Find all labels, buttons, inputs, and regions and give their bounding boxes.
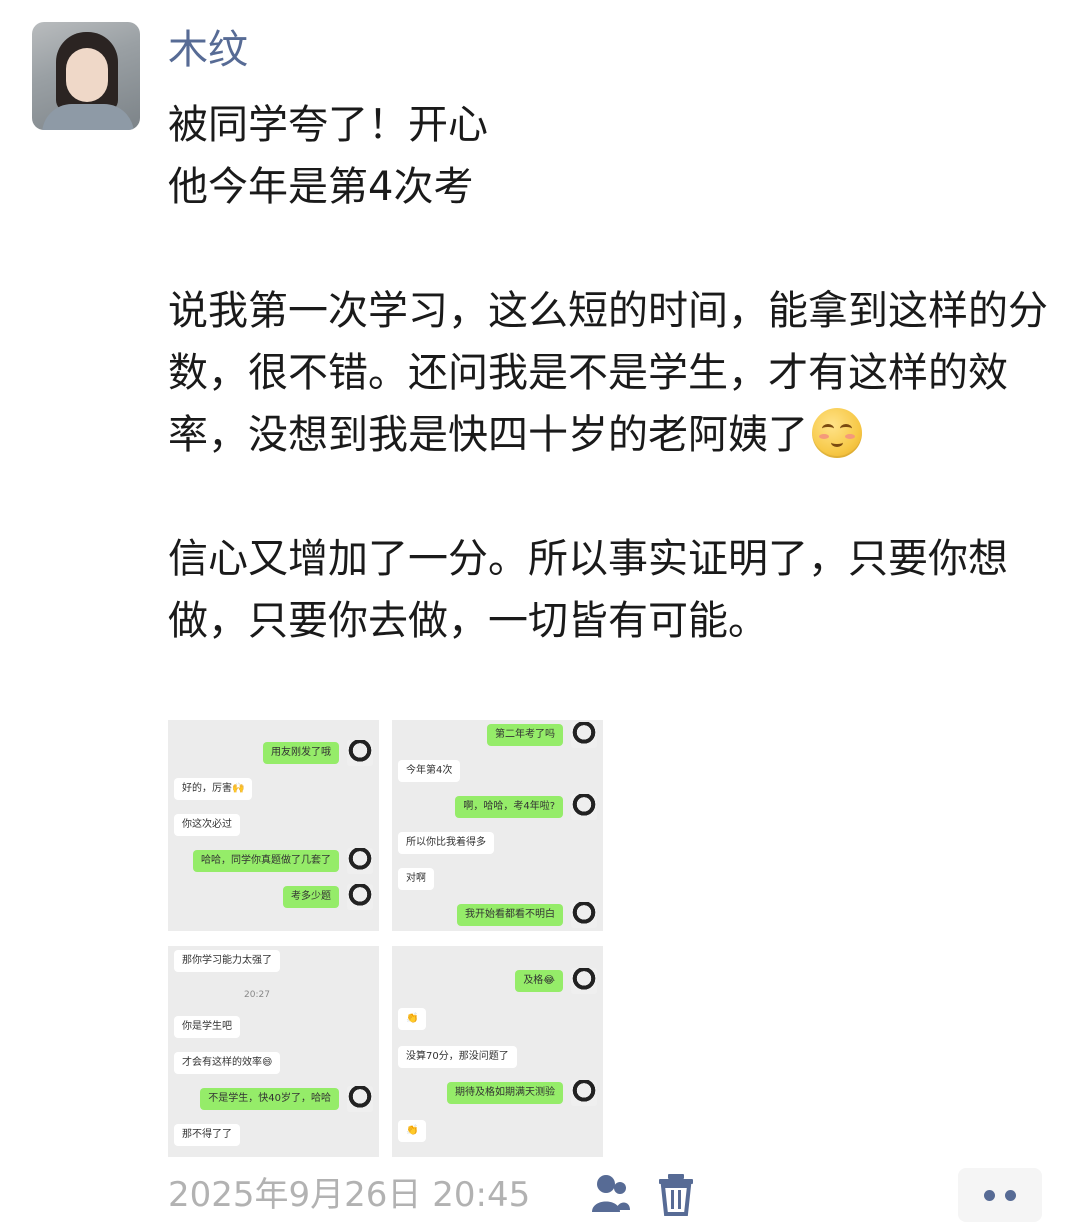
chat-message: 好的，厉害🙌 bbox=[174, 778, 253, 800]
post-timestamp: 2025年9月26日 20:45 bbox=[168, 1175, 531, 1215]
chat-message: 期待及格如期满天测验 bbox=[447, 1082, 563, 1104]
chat-message: 才会有这样的效率😄 bbox=[174, 1052, 281, 1074]
chat-screenshot-2[interactable]: 第二年考了吗 今年第4次 啊，哈哈，考4年啦? 所以你比我着得多 对啊 我开始看… bbox=[392, 720, 603, 931]
chat-avatar bbox=[347, 1086, 373, 1112]
chat-message: 不是学生，快40岁了，哈哈 bbox=[200, 1088, 339, 1110]
chat-avatar bbox=[347, 848, 373, 874]
chat-message: 所以你比我着得多 bbox=[398, 832, 494, 854]
post-text: 被同学夸了！开心 他今年是第4次考 说我第一次学习，这么短的时间，能拿到这样的分… bbox=[168, 94, 1048, 652]
chat-avatar bbox=[571, 794, 597, 820]
chat-screenshot-1[interactable]: 用友刚发了哦 好的，厉害🙌 你这次必过 哈哈，同学你真题做了几套了 考多少题 bbox=[168, 720, 379, 931]
chat-avatar bbox=[571, 722, 597, 748]
chat-message: 👏 bbox=[398, 1008, 427, 1030]
shy-smile-emoji-icon bbox=[812, 408, 862, 458]
chat-avatar bbox=[571, 902, 597, 928]
chat-message: 及格😂 bbox=[515, 970, 563, 992]
chat-avatar bbox=[571, 968, 597, 994]
chat-message: 第二年考了吗 bbox=[487, 724, 563, 746]
image-grid: 用友刚发了哦 好的，厉害🙌 你这次必过 哈哈，同学你真题做了几套了 考多少题 第… bbox=[168, 720, 608, 1160]
dot-icon bbox=[1005, 1189, 1016, 1201]
chat-avatar bbox=[347, 884, 373, 910]
chat-message: 那不得了了 bbox=[174, 1124, 240, 1146]
chat-message: 今年第4次 bbox=[398, 760, 461, 782]
chat-message: 用友刚发了哦 bbox=[263, 742, 339, 764]
avatar-face bbox=[66, 48, 108, 102]
chat-message: 啊，哈哈，考4年啦? bbox=[455, 796, 563, 818]
chat-avatar bbox=[571, 1080, 597, 1106]
more-options-button[interactable] bbox=[958, 1168, 1042, 1222]
chat-avatar bbox=[347, 740, 373, 766]
chat-message: 那你学习能力太强了 bbox=[174, 950, 280, 972]
chat-message: 你是学生吧 bbox=[174, 1016, 240, 1038]
dot-icon bbox=[984, 1189, 995, 1201]
username[interactable]: 木纹 bbox=[168, 24, 248, 76]
chat-time: 20:27 bbox=[244, 990, 270, 1000]
visibility-person-icon[interactable] bbox=[590, 1172, 630, 1216]
post-text-part-1: 被同学夸了！开心 他今年是第4次考 说我第一次学习，这么短的时间，能拿到这样的分… bbox=[168, 102, 1048, 458]
chat-message: 没算70分，那没问题了 bbox=[398, 1046, 517, 1068]
post-text-part-2: 信心又增加了一分。所以事实证明了，只要你想做，只要你去做，一切皆有可能。 bbox=[168, 536, 1008, 644]
chat-message: 你这次必过 bbox=[174, 814, 240, 836]
delete-trash-icon[interactable] bbox=[656, 1172, 696, 1216]
chat-screenshot-3[interactable]: 那你学习能力太强了 20:27 你是学生吧 才会有这样的效率😄 不是学生，快40… bbox=[168, 946, 379, 1157]
chat-message: 👏 bbox=[398, 1120, 427, 1142]
chat-message: 对啊 bbox=[398, 868, 434, 890]
chat-message: 我开始看都看不明白 bbox=[457, 904, 563, 926]
chat-screenshot-4[interactable]: 及格😂 👏 没算70分，那没问题了 期待及格如期满天测验 👏 bbox=[392, 946, 603, 1157]
user-avatar[interactable] bbox=[32, 22, 140, 130]
avatar-body bbox=[42, 104, 134, 130]
chat-message: 哈哈，同学你真题做了几套了 bbox=[193, 850, 339, 872]
chat-message: 考多少题 bbox=[283, 886, 339, 908]
